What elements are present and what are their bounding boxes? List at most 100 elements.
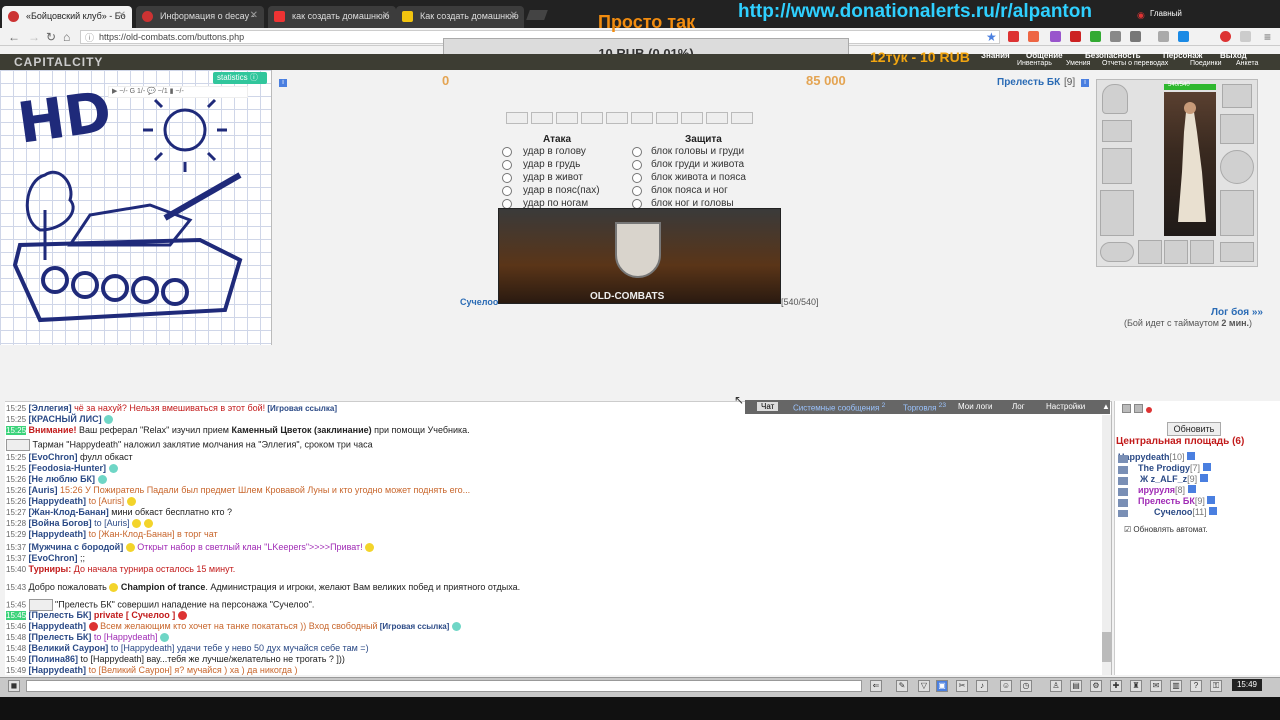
extension-icon[interactable] <box>1050 31 1061 42</box>
info-icon[interactable] <box>1202 463 1211 471</box>
bookmark-star-icon[interactable]: ★ <box>986 30 997 44</box>
forward-icon[interactable]: → <box>28 30 40 44</box>
ability-slot[interactable] <box>506 112 528 124</box>
chat-nick[interactable]: [Happydeath] <box>29 496 87 506</box>
character-icon[interactable]: ♙ <box>1050 680 1062 692</box>
chat-nick[interactable]: [EvoChron] <box>29 553 78 563</box>
info-icon[interactable] <box>1209 507 1218 515</box>
character-name[interactable]: Прелесть БК <box>997 77 1060 88</box>
gloves-slot[interactable] <box>1220 114 1254 144</box>
close-icon[interactable]: ✕ <box>382 10 390 21</box>
menu-duels[interactable]: Поединки <box>1190 60 1222 67</box>
refresh-button[interactable]: Обновить <box>1167 422 1221 436</box>
smiles-icon[interactable]: ☺ <box>1000 680 1012 692</box>
shield-slot[interactable] <box>1220 150 1254 184</box>
info-icon[interactable]: i <box>1081 79 1089 87</box>
menu-exit[interactable]: Выход <box>1220 51 1247 60</box>
ability-slot[interactable] <box>656 112 678 124</box>
record-icon[interactable] <box>1146 407 1153 413</box>
menu-knowledge[interactable]: Знания <box>981 51 1010 60</box>
chat-nick[interactable]: [Жан-Клод-Банан] <box>29 507 109 517</box>
chat-nick[interactable]: [Эллегия] <box>29 403 72 413</box>
close-icon[interactable]: ✕ <box>250 10 258 21</box>
lock-icon[interactable]: ⚿ <box>1210 680 1222 692</box>
statistics-button[interactable]: statistics ⓘ <box>213 72 267 84</box>
chat-nick[interactable]: [Полина86] <box>29 654 78 664</box>
extension-icon[interactable] <box>1158 31 1169 42</box>
chat-input[interactable] <box>26 680 862 692</box>
extension-icon[interactable] <box>1008 31 1019 42</box>
defense-radio[interactable] <box>632 147 642 157</box>
inventory-icon[interactable]: ▤ <box>1070 680 1082 692</box>
defense-radio[interactable] <box>632 173 642 183</box>
attack-radio[interactable] <box>502 173 512 183</box>
chat-nick[interactable]: [EvoChron] <box>29 452 78 462</box>
chat-nick[interactable]: [КРАСНЫЙ ЛИС] <box>29 414 102 424</box>
online-user[interactable]: The Prodigy[7] <box>1138 463 1211 473</box>
menu-profile[interactable]: Анкета <box>1236 60 1258 67</box>
extension-icon[interactable] <box>1240 31 1251 42</box>
ability-slot[interactable] <box>731 112 753 124</box>
ring-slot[interactable] <box>1164 240 1188 264</box>
menu-transfer-reports[interactable]: Отчеты о переводах <box>1102 60 1168 67</box>
info-icon[interactable] <box>1187 485 1196 493</box>
block-head-chest[interactable]: блок головы и груди <box>651 146 744 157</box>
online-user[interactable]: Прелесть БК[9] <box>1138 496 1216 506</box>
menu-icon[interactable]: ≡ <box>1264 30 1271 44</box>
close-icon[interactable]: ✕ <box>118 10 126 21</box>
info-icon[interactable] <box>1187 452 1196 460</box>
block-chest-belly[interactable]: блок груди и живота <box>651 159 744 170</box>
extension-icon[interactable] <box>1130 31 1141 42</box>
close-icon[interactable]: ✕ <box>510 10 518 21</box>
game-link[interactable]: [Игровая ссылка] <box>265 404 337 413</box>
ability-slot[interactable] <box>631 112 653 124</box>
play-icon[interactable] <box>1178 31 1189 42</box>
legs-slot[interactable] <box>1220 190 1254 236</box>
attack-radio[interactable] <box>502 147 512 157</box>
block-belly-waist[interactable]: блок живота и пояса <box>651 172 746 183</box>
ability-slot[interactable] <box>581 112 603 124</box>
user-name[interactable]: ируруля <box>1138 485 1175 495</box>
extension-icon[interactable] <box>1220 31 1231 42</box>
chat-mode-icon[interactable]: ◼ <box>8 680 20 692</box>
user-name[interactable]: Ж z_ALF_z <box>1140 474 1187 484</box>
menu-communication[interactable]: Общение <box>1026 51 1063 60</box>
chat-scroll-thumb[interactable] <box>1102 632 1111 662</box>
menu-security[interactable]: Безопасность <box>1085 51 1141 60</box>
extension-icon[interactable] <box>1028 31 1039 42</box>
chat-nick[interactable]: [Мужчина с бородой] <box>29 542 124 552</box>
settings-icon[interactable]: ⚙ <box>1090 680 1102 692</box>
online-user[interactable]: Ж z_ALF_z[9] <box>1140 474 1208 484</box>
clock-icon[interactable]: ◷ <box>1020 680 1032 692</box>
attack-head[interactable]: удар в голову <box>523 146 586 157</box>
chat-nick[interactable]: [Auris] <box>29 485 58 495</box>
new-tab-button[interactable] <box>526 10 548 20</box>
user-name[interactable]: Сучелоо <box>1154 507 1192 517</box>
collapse-icon[interactable]: ▲ <box>1102 402 1110 411</box>
chat-nick[interactable]: [Happydeath] <box>29 529 87 539</box>
extension-icon[interactable] <box>1110 31 1121 42</box>
auto-refresh-checkbox[interactable]: ☑ Обновлять автомат. <box>1124 525 1208 534</box>
defense-radio[interactable] <box>632 186 642 196</box>
opponent-name[interactable]: Сучелоо <box>460 297 498 307</box>
ability-slot[interactable] <box>606 112 628 124</box>
mail-icon[interactable]: ✉ <box>1150 680 1162 692</box>
filter-icon[interactable]: ▽ <box>918 680 930 692</box>
info-icon[interactable]: i <box>279 79 287 87</box>
tab-youtube[interactable]: Как создать домашнюю ✕ <box>396 6 524 28</box>
ability-slot[interactable] <box>531 112 553 124</box>
attack-groin[interactable]: удар в пояс(пах) <box>523 185 600 196</box>
attack-belly[interactable]: удар в живот <box>523 172 583 183</box>
tab-old-combats[interactable]: «Бойцовский клуб» - Бо ✕ <box>2 6 132 28</box>
attack-chest[interactable]: удар в грудь <box>523 159 580 170</box>
back-icon[interactable]: ⇐ <box>870 680 882 692</box>
pause-icon[interactable] <box>1122 404 1131 413</box>
menu-inventory[interactable]: Инвентарь <box>1017 60 1052 67</box>
map-icon[interactable]: ✚ <box>1110 680 1122 692</box>
online-user[interactable]: Happydeath[10] <box>1118 452 1196 462</box>
earrings-slot[interactable] <box>1222 84 1252 108</box>
reload-icon[interactable]: ↻ <box>46 30 56 44</box>
chat-nick[interactable]: [Happydeath] <box>29 665 87 675</box>
helmet-slot[interactable] <box>1102 84 1128 114</box>
ring-slot[interactable] <box>1138 240 1162 264</box>
